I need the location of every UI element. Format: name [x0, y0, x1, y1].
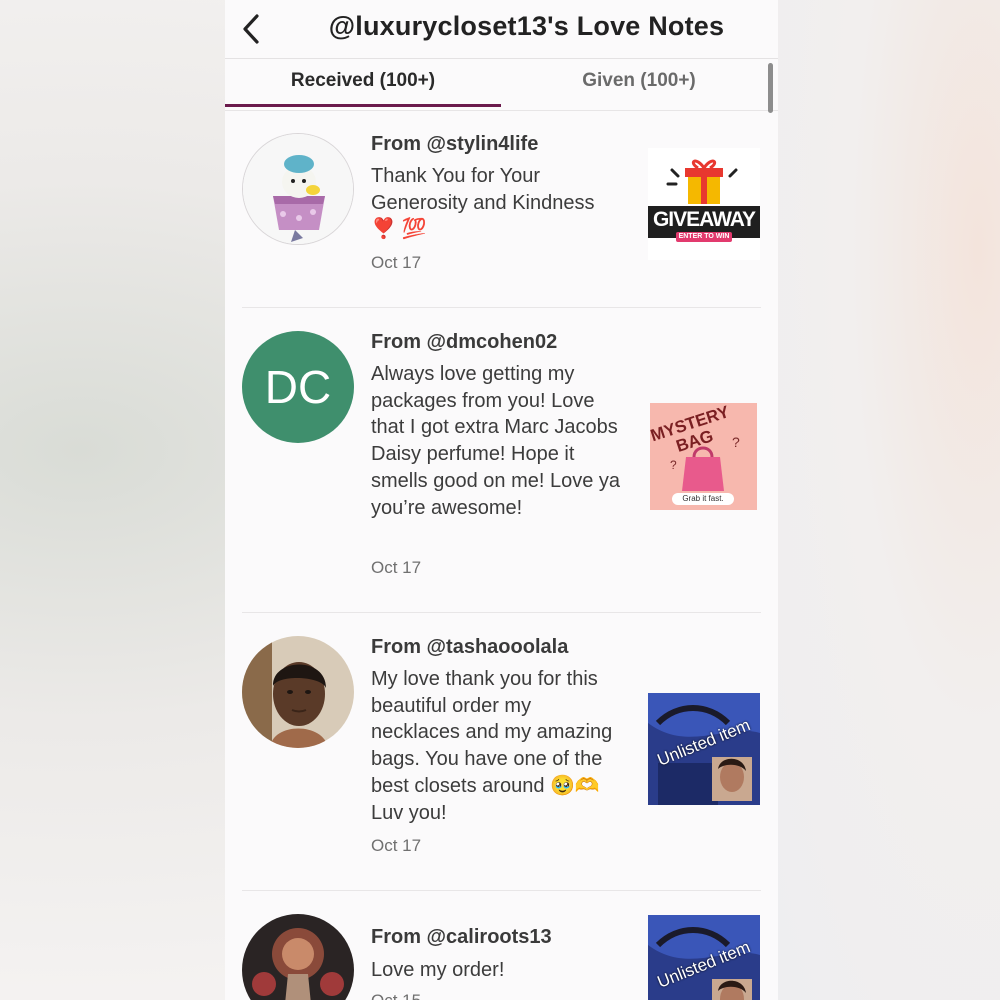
tab-received[interactable]: Received (100+) — [225, 58, 501, 108]
thumbnail-subtitle: ENTER TO WIN — [678, 233, 730, 240]
sender-name[interactable]: From @tashaooolala — [371, 636, 568, 659]
note-message: Thank You for Your Generosity and Kindne… — [371, 163, 621, 243]
love-note-item[interactable]: DC From @dmcohen02 Always love getting m… — [242, 308, 761, 613]
listing-thumbnail[interactable]: Unlisted item — [648, 693, 760, 805]
sender-name[interactable]: From @caliroots13 — [371, 926, 552, 949]
thumbnail-subtitle: Grab it fast. — [682, 494, 724, 503]
app-screen: @luxurycloset13's Love Notes Received (1… — [225, 0, 778, 1000]
note-message: Love my order! — [371, 959, 505, 981]
note-date: Oct 17 — [371, 836, 422, 855]
love-note-item[interactable]: From @tashaooolala My love thank you for… — [242, 613, 761, 891]
note-date: Oct 15 — [371, 991, 421, 1000]
sender-name[interactable]: From @stylin4life — [371, 133, 538, 156]
note-date: Oct 17 — [371, 558, 422, 577]
scrollbar[interactable] — [768, 63, 773, 113]
avatar[interactable] — [242, 636, 354, 748]
tab-given[interactable]: Given (100+) — [501, 58, 777, 108]
note-date: Oct 17 — [371, 253, 422, 272]
note-text: Thank You for Your Generosity and Kindne… — [371, 165, 595, 214]
listing-thumbnail[interactable]: ? ? MYSTERY BAG Grab it fast. — [650, 403, 757, 510]
note-message: My love thank you for this beautiful ord… — [371, 666, 621, 826]
top-bar: @luxurycloset13's Love Notes — [225, 0, 778, 59]
love-note-item[interactable]: From @stylin4life Thank You for Your Gen… — [242, 110, 761, 308]
avatar[interactable]: DC — [242, 331, 354, 443]
listing-thumbnail[interactable]: Unlisted item — [648, 915, 760, 1000]
svg-text:?: ? — [670, 458, 677, 472]
avatar[interactable] — [242, 133, 354, 245]
page-title: @luxurycloset13's Love Notes — [328, 11, 725, 41]
active-tab-indicator — [225, 104, 501, 107]
background-right — [778, 0, 1000, 1000]
note-message: Always love getting my packages from you… — [371, 363, 621, 519]
thumbnail-title: GIVEAWAY — [652, 208, 756, 231]
note-text-end: Luv you! — [371, 801, 447, 824]
love-note-item[interactable]: From @caliroots13 Love my order! Oct 15 … — [242, 891, 761, 1000]
emoji: 🥹🫶 — [550, 774, 600, 797]
listing-thumbnail[interactable]: GIVEAWAY ENTER TO WIN — [648, 148, 760, 260]
avatar[interactable] — [242, 914, 354, 1000]
sender-name[interactable]: From @dmcohen02 — [371, 331, 557, 354]
emoji: ❣️ 💯 — [371, 218, 427, 241]
